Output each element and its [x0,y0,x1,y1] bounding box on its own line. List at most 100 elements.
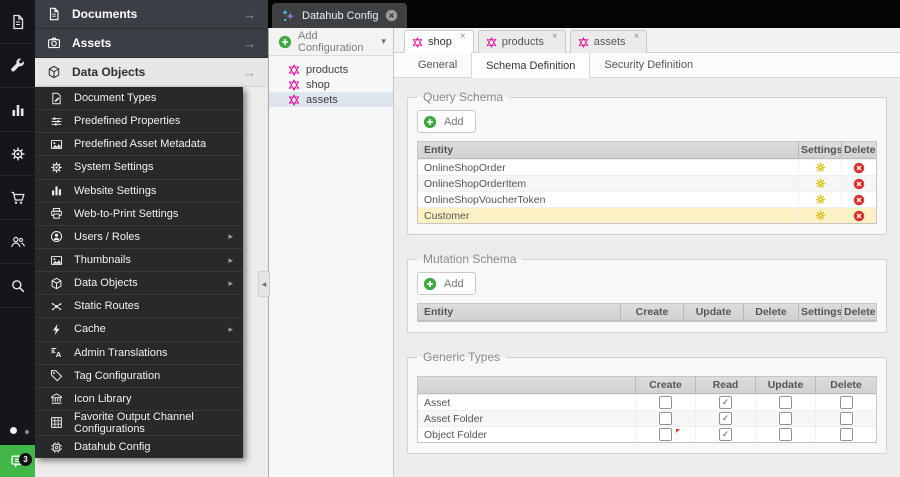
table-row-selected[interactable]: Customer [418,207,876,223]
delete-icon[interactable] [853,178,865,190]
table-row[interactable]: OnlineShopOrder [418,159,876,175]
main-panel: shop × products × assets × General Schem… [394,28,900,477]
tree-item-products[interactable]: products [269,62,393,77]
nav-documents[interactable]: Documents → [35,0,268,29]
column-header-entity[interactable]: Entity [418,304,621,320]
checkbox-delete[interactable] [839,428,853,441]
checkbox-delete[interactable] [839,396,853,409]
checkbox-update[interactable] [779,412,792,425]
submenu-website-settings[interactable]: Website Settings [35,180,243,203]
caret-down-icon: ▾ [381,36,386,46]
submenu-data-objects[interactable]: Data Objects ▸ [35,272,243,296]
delete-icon[interactable] [853,210,865,222]
tab-security-definition[interactable]: Security Definition [590,53,707,77]
tab-assets[interactable]: assets × [569,30,648,53]
table-row[interactable]: Asset [418,394,876,410]
add-configuration-button[interactable]: Add Configuration [274,28,367,56]
column-header-settings[interactable]: Settings [799,142,842,158]
submenu-system-settings[interactable]: System Settings [35,156,243,180]
column-header-create[interactable]: Create [636,377,696,393]
tab-datahub-config[interactable]: Datahub Config [272,3,408,28]
close-icon[interactable] [385,9,398,22]
checkbox-create[interactable] [659,412,672,425]
routes-icon [50,300,63,313]
tab-schema-definition[interactable]: Schema Definition [471,52,591,78]
settings-gear-icon[interactable] [815,162,826,173]
grid-header: Create Read Update Delete [418,377,876,394]
query-schema-legend: Query Schema [423,90,504,104]
users-menu-button[interactable] [0,220,35,264]
column-header-settings[interactable]: Settings [799,304,842,320]
chip-icon [50,441,63,454]
column-header-update[interactable]: Update [684,304,744,320]
column-header-delete[interactable]: Delete [842,142,876,158]
search-menu-button[interactable] [0,264,35,308]
settings-gear-icon[interactable] [815,194,826,205]
table-row[interactable]: Asset Folder [418,410,876,426]
generic-types-legend: Generic Types [423,350,501,364]
graphql-icon [412,37,423,48]
nav-assets[interactable]: Assets → [35,29,268,58]
tree-item-label: shop [306,78,330,91]
query-schema-add-button[interactable]: Add [417,110,476,133]
nav-data-objects[interactable]: Data Objects → [35,58,268,87]
checkbox-read[interactable] [719,428,732,441]
checkbox-read[interactable] [719,412,732,425]
settings-gear-icon[interactable] [815,178,826,189]
delete-icon[interactable] [853,194,865,206]
tab-products[interactable]: products × [477,30,566,53]
column-header-delete[interactable]: Delete [744,304,799,320]
settings-menu-button[interactable] [0,132,35,176]
column-header-delete[interactable]: Delete [816,377,876,393]
column-header-create[interactable]: Create [621,304,684,320]
submenu-label: Document Types [74,92,157,105]
checkbox-delete[interactable] [839,412,853,425]
submenu-cache[interactable]: Cache ▸ [35,318,243,342]
tools-menu-button[interactable] [0,44,35,88]
checkbox-create[interactable] [659,396,672,409]
checkbox-create[interactable] [659,428,672,441]
ecommerce-menu-button[interactable] [0,176,35,220]
submenu-predefined-asset-metadata[interactable]: Predefined Asset Metadata [35,133,243,157]
submenu-static-routes[interactable]: Static Routes [35,295,243,319]
settings-gear-icon[interactable] [815,210,826,221]
table-row[interactable]: OnlineShopOrderItem [418,175,876,191]
submenu-label: Favorite Output Channel Configurations [74,410,194,435]
status-dot [10,427,17,434]
checkbox-update[interactable] [779,396,792,409]
submenu-datahub-config[interactable]: Datahub Config [35,436,243,458]
submenu-admin-translations[interactable]: Admin Translations [35,342,243,365]
submenu-document-types[interactable]: Document Types [35,87,243,111]
column-header-name[interactable] [418,377,636,393]
submenu-predefined-properties[interactable]: Predefined Properties [35,110,243,134]
column-header-entity[interactable]: Entity [418,142,799,158]
tab-shop[interactable]: shop × [404,30,474,53]
definition-tab-strip: General Schema Definition Security Defin… [394,52,900,78]
column-header-update[interactable]: Update [756,377,816,393]
file-menu-button[interactable] [0,0,35,44]
add-configuration-dropdown[interactable]: ▾ [377,34,390,49]
checkbox-read[interactable] [719,396,732,409]
table-row[interactable]: Object Folder [418,426,876,442]
tab-general[interactable]: General [404,53,471,77]
table-row[interactable]: OnlineShopVoucherToken [418,191,876,207]
plus-circle-icon [278,35,292,49]
reports-menu-button[interactable] [0,88,35,132]
column-header-delete[interactable]: Delete [842,304,876,320]
chat-widget-button[interactable]: 3 [0,445,35,477]
submenu-favorite-output-channel-configurations[interactable]: Favorite Output Channel Configurations [35,411,243,436]
graphql-icon [288,64,300,76]
submenu-web-to-print-settings[interactable]: Web-to-Print Settings [35,203,243,226]
checkbox-update[interactable] [779,428,792,441]
panel-collapse-handle[interactable]: ◂ [258,271,270,297]
mutation-schema-add-button[interactable]: Add [417,272,476,295]
document-icon [47,7,61,21]
submenu-thumbnails[interactable]: Thumbnails ▸ [35,249,243,273]
submenu-icon-library[interactable]: Icon Library [35,388,243,411]
delete-icon[interactable] [853,162,865,174]
submenu-users-roles[interactable]: Users / Roles ▸ [35,226,243,249]
submenu-tag-configuration[interactable]: Tag Configuration [35,365,243,388]
column-header-read[interactable]: Read [696,377,756,393]
tree-item-assets[interactable]: assets [269,92,393,107]
tree-item-shop[interactable]: shop [269,77,393,92]
